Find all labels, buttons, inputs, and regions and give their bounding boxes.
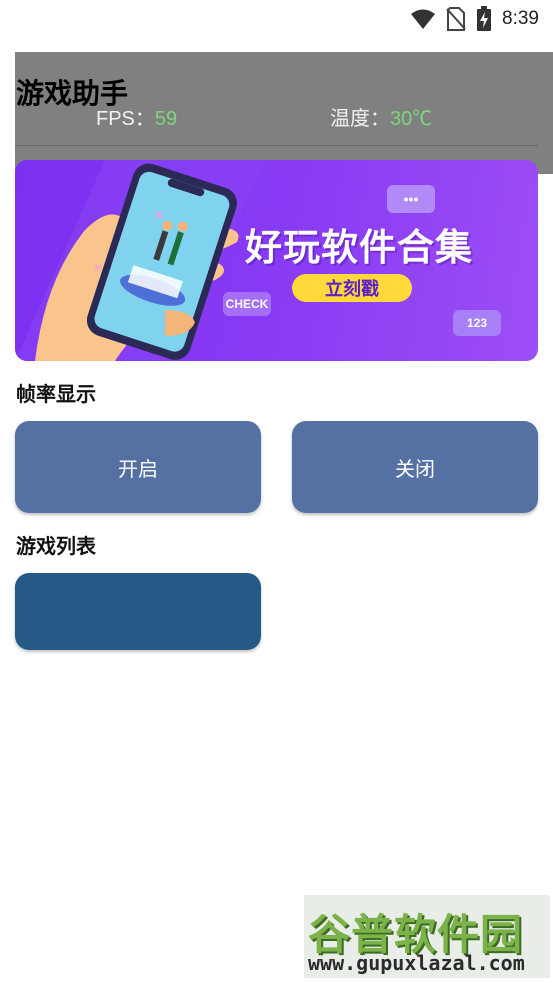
chat-bubble-123: 123 (453, 310, 501, 336)
chat-bubble-dots: ••• (387, 185, 435, 213)
no-sim-icon (446, 7, 466, 31)
banner-cta-button[interactable]: 立刻戳 (292, 274, 412, 302)
fps-off-button[interactable]: 关闭 (292, 421, 538, 513)
svg-text:✕: ✕ (93, 261, 103, 275)
svg-text:✕: ✕ (153, 208, 165, 224)
wifi-icon (411, 9, 436, 29)
status-icons: 8:39 (410, 6, 539, 32)
fps-on-button[interactable]: 开启 (15, 421, 261, 513)
temperature-label: 温度： (330, 108, 390, 130)
header-divider (15, 145, 538, 146)
battery-charging-icon (477, 6, 492, 31)
banner-headline: 好玩软件合集 (245, 226, 473, 269)
games-section-title: 游戏列表 (16, 534, 96, 558)
hand-phone-illustration: ✕ ✕ (15, 160, 265, 361)
fps-value: 59 (154, 108, 178, 130)
fps-section-title: 帧率显示 (16, 382, 96, 406)
status-bar: 8:39 (0, 0, 553, 38)
promo-banner[interactable]: ✕ ✕ ••• CHECK 123 好玩软件合集 立刻戳 (15, 160, 538, 361)
temperature-value: 30℃ (390, 108, 433, 130)
chat-bubble-check: CHECK (223, 292, 271, 316)
fps-label: FPS： (96, 108, 155, 130)
game-list-item[interactable] (15, 573, 261, 650)
temperature-readout: 温度：30℃ (330, 102, 432, 131)
fps-readout: FPS：59 (96, 102, 177, 131)
watermark-url: www.gupuxlazal.com (308, 951, 525, 975)
watermark-logo: 谷普软件园 www.gupuxlazal.com (304, 895, 550, 978)
status-time: 8:39 (502, 8, 539, 29)
